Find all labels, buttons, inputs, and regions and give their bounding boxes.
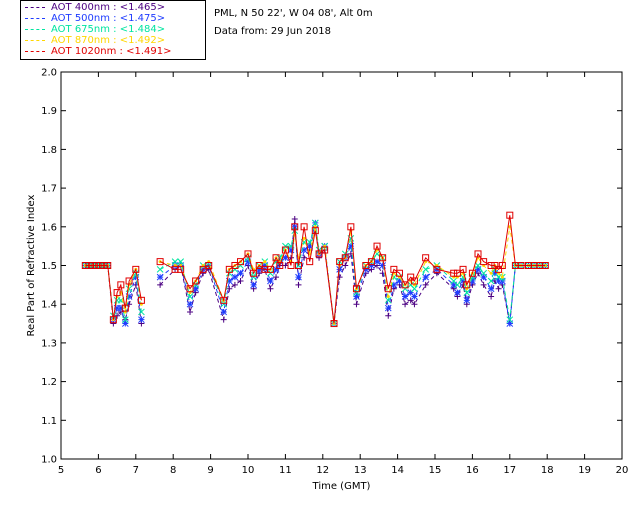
series-line-3 (85, 226, 546, 324)
x-tick-label: 17 (503, 465, 516, 476)
data-point (411, 285, 418, 293)
data-point (267, 277, 274, 285)
data-point (267, 285, 274, 292)
x-tick-label: 5 (58, 465, 64, 476)
data-point (487, 285, 495, 293)
data-point (495, 285, 502, 292)
data-point (138, 316, 145, 324)
y-tick-label: 1.2 (41, 377, 57, 388)
data-point (454, 289, 461, 296)
data-point (353, 301, 360, 308)
data-point (273, 274, 280, 281)
x-axis-label: Time (GMT) (312, 481, 371, 492)
data-point (500, 275, 504, 279)
x-tick-label: 13 (354, 465, 367, 476)
data-point (385, 312, 392, 319)
data-point (401, 293, 409, 300)
y-tick-label: 1.9 (41, 106, 57, 117)
x-tick-label: 7 (133, 465, 139, 476)
y-tick-label: 1.6 (41, 222, 57, 233)
data-point (237, 277, 244, 284)
y-tick-label: 1.7 (41, 184, 57, 195)
x-tick-label: 19 (578, 465, 591, 476)
data-point (422, 266, 430, 273)
y-tick-label: 1.5 (41, 261, 57, 272)
data-point (186, 300, 194, 308)
data-point (386, 294, 390, 298)
x-tick-label: 14 (391, 465, 404, 476)
data-point (156, 273, 164, 281)
series-line-1 (85, 222, 546, 324)
y-tick-label: 1.0 (41, 455, 57, 466)
x-tick-label: 16 (466, 465, 479, 476)
data-point (342, 262, 349, 269)
data-point (422, 273, 430, 281)
data-point (267, 269, 274, 277)
data-point (231, 273, 239, 281)
data-point (272, 266, 280, 273)
x-tick-label: 10 (242, 465, 255, 476)
data-point (250, 281, 257, 289)
data-point (187, 308, 194, 315)
chart: 5 6 7 8 9 10 11 12 13 14 15 16 17 18 19 20 1.0 1.1 1.2 1.3 1… (26, 68, 629, 493)
x-tick-label: 8 (170, 465, 176, 476)
data-point (488, 293, 495, 300)
data-point (295, 273, 302, 281)
data-point (220, 308, 228, 316)
y-tick-label: 1.3 (41, 338, 57, 349)
data-point (295, 281, 302, 288)
data-point (463, 296, 471, 304)
data-point (237, 269, 244, 277)
data-point (263, 260, 267, 264)
y-axis-label: Real Part of Refractive Index (26, 194, 37, 336)
data-point (480, 281, 487, 288)
data-point (411, 293, 418, 300)
x-tick-label: 15 (429, 465, 442, 476)
data-point (402, 301, 409, 308)
x-tick-label: 11 (279, 465, 292, 476)
data-point (291, 216, 298, 223)
data-point (489, 271, 493, 275)
y-tick-label: 2.0 (41, 68, 57, 79)
data-point (231, 281, 238, 288)
x-tick-label: 6 (95, 465, 101, 476)
x-tick-label: 20 (616, 465, 629, 476)
data-point (220, 316, 227, 323)
y-tick-label: 1.4 (41, 300, 57, 311)
data-point (401, 285, 409, 293)
x-tick-label: 9 (207, 465, 213, 476)
data-point (156, 266, 164, 273)
y-tick-label: 1.8 (41, 145, 57, 156)
data-point (384, 304, 392, 312)
x-tick-label: 18 (541, 465, 554, 476)
data-point (373, 258, 381, 265)
y-tick-label: 1.1 (41, 416, 57, 427)
x-tick-label: 12 (316, 465, 329, 476)
